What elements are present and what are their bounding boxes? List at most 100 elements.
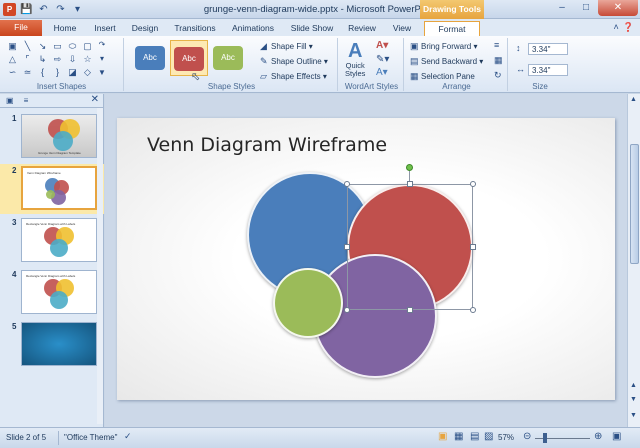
close-window-icon[interactable]: ✕: [598, 0, 638, 16]
help-icon[interactable]: ❓: [623, 22, 634, 33]
zoom-level[interactable]: 57%: [498, 433, 514, 442]
oval-icon[interactable]: ⬭: [66, 40, 79, 52]
shapes-gallery: ▣ ╲ ↘ ▭ ⬭ ▢ △ ⌜ ↳ ⇨ ⇩ ☆ ∽ ≃ { } ◪ ◇: [6, 40, 94, 78]
align-icon[interactable]: ≡: [494, 40, 499, 50]
triangle-icon[interactable]: △: [6, 53, 19, 65]
text-outline-icon[interactable]: ✎▾: [376, 54, 389, 65]
elbow-icon[interactable]: ↳: [36, 53, 49, 65]
venn-circle-green[interactable]: [273, 268, 343, 338]
shape-outline-label: Shape Outline: [271, 57, 322, 66]
line-icon[interactable]: ╲: [21, 40, 34, 52]
previous-slide-icon[interactable]: ▲: [630, 382, 637, 389]
block-arrow-icon[interactable]: ⇨: [51, 53, 64, 65]
resize-handle[interactable]: [470, 307, 476, 313]
spell-check-icon[interactable]: ✓: [124, 431, 132, 442]
fit-to-window-icon[interactable]: ▣: [612, 431, 621, 442]
slide-thumbnail-5[interactable]: 5: [0, 320, 104, 370]
callout-icon[interactable]: ◪: [66, 66, 79, 78]
theme-name[interactable]: "Office Theme": [64, 433, 117, 442]
down-arrow-icon[interactable]: ⇩: [66, 53, 79, 65]
zoom-out-icon[interactable]: ⊝: [523, 431, 531, 442]
tab-home[interactable]: Home: [50, 21, 80, 36]
tab-file[interactable]: File: [0, 20, 42, 36]
shape-width-input[interactable]: 3.34": [528, 64, 568, 76]
gallery-more-icon[interactable]: ▾: [94, 54, 110, 66]
slide-thumbnail-4[interactable]: 4 Rectangle Venn Diagram with Labels: [0, 268, 104, 318]
flowchart-icon[interactable]: ◇: [81, 66, 94, 78]
send-backward-button[interactable]: ▤ Send Backward ▾: [410, 55, 483, 68]
text-effects-icon[interactable]: A▾: [376, 67, 388, 78]
ribbon: ▣ ╲ ↘ ▭ ⬭ ▢ △ ⌜ ↳ ⇨ ⇩ ☆ ∽ ≃ { } ◪ ◇ ↷ ▾: [0, 36, 640, 93]
resize-handle[interactable]: [407, 181, 413, 187]
slide-vertical-scrollbar[interactable]: ▲ ▲ ▼ ▼: [627, 94, 640, 427]
close-pane-icon[interactable]: ✕: [91, 94, 99, 105]
scroll-down-icon[interactable]: ▼: [630, 412, 637, 419]
group-icon[interactable]: ▦: [494, 55, 503, 66]
slide-sorter-icon[interactable]: ▦: [454, 431, 463, 442]
resize-handle[interactable]: [470, 244, 476, 250]
slide-thumbnail-1[interactable]: 1 Grunge Venn Diagram Template: [0, 112, 104, 162]
brace-left-icon[interactable]: {: [36, 66, 49, 78]
text-box-icon[interactable]: ▣: [6, 40, 19, 52]
edit-shape-icon[interactable]: ↷: [94, 40, 110, 52]
shape-style-green[interactable]: Abc: [210, 40, 248, 76]
quick-styles-button[interactable]: Quick Styles: [345, 62, 365, 78]
quick-styles-icon[interactable]: A: [348, 40, 362, 63]
insert-shapes-label: Insert Shapes: [36, 82, 87, 91]
resize-handle[interactable]: [344, 244, 350, 250]
zoom-in-icon[interactable]: ⊕: [594, 431, 602, 442]
resize-handle[interactable]: [407, 307, 413, 313]
minimize-icon[interactable]: –: [550, 0, 574, 16]
arrow-line-icon[interactable]: ↘: [36, 40, 49, 52]
slides-pane-scrollbar[interactable]: [97, 108, 103, 424]
tab-format[interactable]: Format: [424, 21, 480, 36]
shape-style-blue[interactable]: Abc: [132, 40, 170, 76]
rounded-rectangle-icon[interactable]: ▢: [81, 40, 94, 52]
rotate-icon[interactable]: ↻: [494, 70, 502, 81]
curve-icon[interactable]: ≃: [21, 66, 34, 78]
bring-forward-button[interactable]: ▣ Bring Forward ▾: [410, 40, 478, 53]
maximize-icon[interactable]: □: [574, 0, 598, 16]
shape-height-input[interactable]: 3.34": [528, 43, 568, 55]
selection-pane-label: Selection Pane: [421, 72, 475, 81]
status-separator: [58, 431, 59, 445]
reading-view-icon[interactable]: ▤: [470, 431, 479, 442]
tab-transitions[interactable]: Transitions: [170, 21, 220, 36]
tab-insert[interactable]: Insert: [88, 21, 122, 36]
next-slide-icon[interactable]: ▼: [630, 396, 637, 403]
rectangle-icon[interactable]: ▭: [51, 40, 64, 52]
text-fill-icon[interactable]: A▾: [376, 40, 388, 51]
shape-outline-button[interactable]: ✎ Shape Outline ▾: [260, 55, 328, 68]
resize-handle[interactable]: [470, 181, 476, 187]
bring-forward-label: Bring Forward: [421, 42, 472, 51]
slide-thumbnail-2[interactable]: 2 Venn Diagram Wireframe: [0, 164, 104, 214]
scrollbar-thumb[interactable]: [630, 144, 639, 264]
shape-style-red[interactable]: Abc: [170, 40, 208, 76]
rotation-handle[interactable]: [406, 164, 413, 171]
slides-tab-icon[interactable]: ▣: [6, 96, 14, 105]
tab-design[interactable]: Design: [128, 21, 162, 36]
freeform-icon[interactable]: ∽: [6, 66, 19, 78]
minimize-ribbon-icon[interactable]: ˄: [614, 22, 619, 33]
tab-review[interactable]: Review: [344, 21, 380, 36]
outline-tab-icon[interactable]: ≡: [24, 96, 29, 105]
gallery-expand-icon[interactable]: ▼: [94, 68, 110, 80]
thumb-circle: [50, 239, 68, 257]
zoom-slider-thumb[interactable]: [543, 433, 547, 443]
slide-show-icon[interactable]: ▨: [484, 431, 493, 442]
star-icon[interactable]: ☆: [81, 53, 94, 65]
resize-handle[interactable]: [344, 181, 350, 187]
tab-slide-show[interactable]: Slide Show: [286, 21, 338, 36]
slide-title[interactable]: Venn Diagram Wireframe: [147, 134, 387, 156]
slide-thumbnail-3[interactable]: 3 Rectangle Venn Diagram with Labels: [0, 216, 104, 266]
shape-fill-button[interactable]: ◢ Shape Fill ▾: [260, 40, 313, 53]
thumbnail-title: Venn Diagram Wireframe: [27, 171, 61, 175]
tab-animations[interactable]: Animations: [228, 21, 278, 36]
tab-bar-right: ˄ ❓: [614, 22, 634, 33]
normal-view-icon[interactable]: ▣: [438, 431, 447, 442]
resize-handle[interactable]: [344, 307, 350, 313]
scroll-up-icon[interactable]: ▲: [630, 96, 637, 103]
brace-right-icon[interactable]: }: [51, 66, 64, 78]
tab-view[interactable]: View: [388, 21, 416, 36]
bent-line-icon[interactable]: ⌜: [21, 53, 34, 65]
